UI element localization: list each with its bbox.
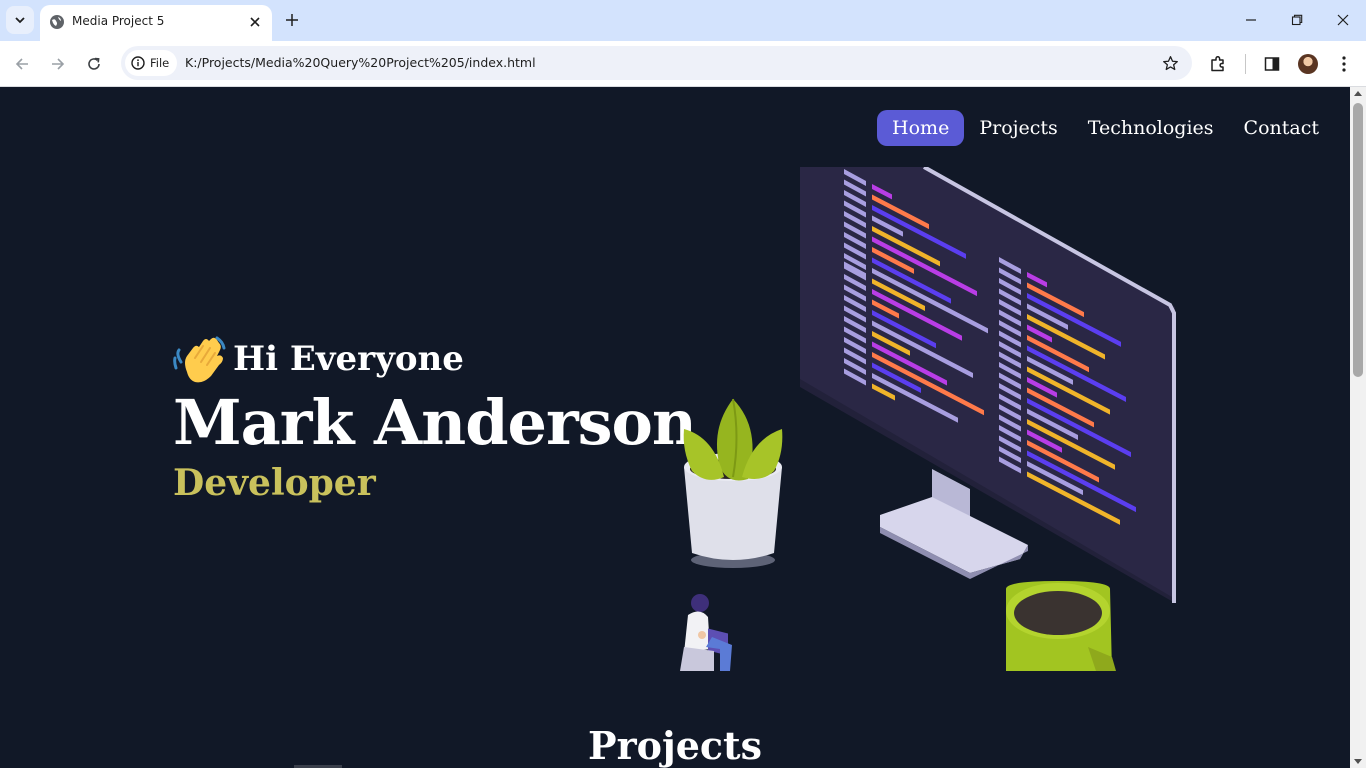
plus-icon[interactable] (280, 8, 304, 32)
tab-title: Media Project 5 (72, 14, 165, 28)
scroll-up-icon[interactable] (1354, 91, 1362, 96)
nav-projects-link[interactable]: Projects (964, 110, 1072, 146)
nav-contact-link[interactable]: Contact (1229, 110, 1334, 146)
info-icon (131, 56, 145, 70)
back-arrow-icon[interactable] (8, 50, 36, 78)
close-window-icon[interactable] (1325, 6, 1361, 34)
browser-tab[interactable]: Media Project 5 (40, 5, 272, 41)
url-text[interactable]: K:/Projects/Media%20Query%20Project%205/… (185, 55, 536, 70)
hero-name: Mark Anderson (173, 386, 697, 459)
scroll-down-icon[interactable] (1354, 759, 1362, 764)
nav-technologies-link[interactable]: Technologies (1073, 110, 1229, 146)
restore-icon[interactable] (1279, 6, 1315, 34)
toolbar-divider (1245, 54, 1246, 74)
page-viewport: Home Projects Technologies Contact Hi Ev… (0, 87, 1350, 768)
greeting-text: Hi Everyone (233, 339, 464, 379)
reload-icon[interactable] (80, 50, 108, 78)
tab-search-icon[interactable] (6, 6, 34, 34)
tab-strip: Media Project 5 (0, 0, 1366, 41)
hero-role: Developer (173, 462, 376, 504)
hero-text: Hi Everyone Mark Anderson Developer (173, 331, 697, 505)
site-info-chip[interactable]: File (125, 50, 178, 76)
globe-icon (50, 15, 64, 29)
greeting: Hi Everyone (173, 331, 696, 387)
developer-illustration (680, 167, 1176, 671)
scroll-thumb[interactable] (1353, 103, 1363, 377)
minimize-icon[interactable] (1233, 6, 1269, 34)
close-icon[interactable] (246, 13, 264, 31)
star-icon[interactable] (1160, 53, 1180, 73)
kebab-menu-icon[interactable] (1330, 50, 1358, 78)
chip-label: File (150, 56, 170, 70)
browser-toolbar: File K:/Projects/Media%20Query%20Project… (0, 41, 1366, 87)
address-bar[interactable]: File K:/Projects/Media%20Query%20Project… (121, 46, 1192, 80)
nav-home-link[interactable]: Home (877, 110, 965, 146)
projects-section-title: Projects (588, 723, 762, 768)
forward-arrow-icon[interactable] (44, 50, 72, 78)
site-navigation: Home Projects Technologies Contact (877, 110, 1350, 146)
side-panel-icon[interactable] (1258, 50, 1286, 78)
waving-hand-icon (173, 336, 226, 383)
extensions-icon[interactable] (1204, 50, 1232, 78)
page-scrollbar[interactable] (1350, 87, 1366, 768)
profile-avatar[interactable] (1294, 50, 1322, 78)
